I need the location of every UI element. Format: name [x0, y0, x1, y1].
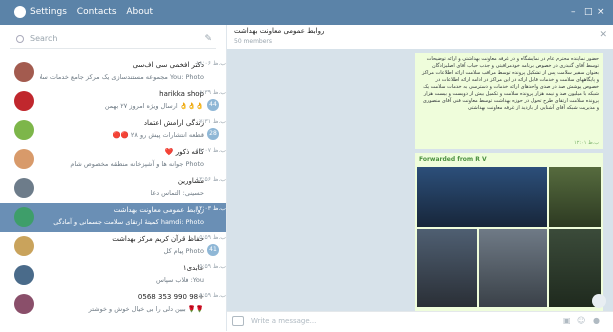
avatar	[14, 265, 34, 285]
photo-3[interactable]	[417, 229, 477, 307]
chat-time: ۰۵:۵۹ ب.ظ	[196, 263, 226, 270]
chat-preview: You: Photo مجموعه مستندسازی یک مرکز جامع…	[40, 73, 204, 81]
chat-title: +98 990 353 0568	[137, 293, 204, 301]
chat-item[interactable]: عابدی۱ You: فلاب سپاس ۰۵:۵۹ ب.ظ	[0, 261, 226, 290]
chat-title[interactable]: روابط عمومی معاونت بهداشت	[234, 27, 324, 35]
chat-item[interactable]: حفاظ قرآن کریم مرکز بهداشت Photo پیام کل ۰…	[0, 232, 226, 261]
chat-title: روابط عمومی معاونت بهداشت	[113, 206, 204, 214]
menu-settings[interactable]: Settings	[30, 7, 67, 17]
compose-pencil-icon[interactable]: ✎	[204, 34, 212, 44]
chat-preview: 👌👌👌 ارسال ویژه امروز ۲۷ بهمن	[104, 102, 204, 110]
chat-item[interactable]: +98 990 353 0568 🌹🌹 ببین دلی را بی خیال خ…	[0, 290, 226, 319]
chat-preview: قطعه انتشارات پیش رو ۲۸ 🔴🔴	[112, 131, 204, 139]
photo-2[interactable]	[549, 167, 601, 227]
chat-preview: حسینی: التماس دعا	[150, 189, 204, 197]
chat-time: ۰۸:۳۹ ب.ظ	[196, 89, 226, 96]
search-icon	[16, 35, 24, 43]
microphone-icon[interactable]: ●	[593, 316, 600, 325]
chat-list-panel: Search ✎ دکتر افخمی سی اف‌سی You: Photo م…	[0, 25, 227, 331]
title-bar: Settings Contacts About – □ ×	[0, 0, 613, 25]
close-window-icon[interactable]: ×	[597, 6, 605, 18]
unread-badge: 44	[207, 99, 219, 111]
menu-contacts[interactable]: Contacts	[77, 7, 117, 17]
unread-badge: 41	[207, 244, 219, 256]
main-menu: Settings Contacts About	[30, 6, 160, 18]
chat-preview: Photo جوانه ها و آشپزخانه منطقه مخصوص شا…	[70, 160, 204, 168]
avatar	[14, 236, 34, 256]
message-compose-bar: Write a message... ▣ ☺ ●	[227, 311, 613, 332]
search-placeholder: Search	[30, 34, 58, 43]
chat-time: ۰۵:۵۹ ب.ظ	[196, 292, 226, 299]
chat-preview: Photo پیام کل	[163, 247, 204, 255]
chat-title: عابدی۱	[182, 264, 204, 272]
chat-time: ۱۸:۰۷ ب.ظ	[196, 147, 226, 154]
chat-item[interactable]: کافه ذکور ❤️ Photo جوانه ها و آشپزخانه من…	[0, 145, 226, 174]
avatar	[14, 207, 34, 227]
chat-header: روابط عمومی معاونت بهداشت 50 members ✕	[227, 25, 613, 50]
chat-preview: 🌹🌹 ببین دلی را بی خیال خوش و خوشتر	[88, 305, 204, 313]
message-time: ۱۲:۰۱ ب.ظ	[574, 140, 599, 146]
chat-title: حفاظ قرآن کریم مرکز بهداشت	[112, 235, 204, 243]
chat-title: کافه ذکور ❤️	[164, 148, 204, 156]
avatar	[14, 294, 34, 314]
chat-item[interactable]: زندگی ارامش اعتماد قطعه انتشارات پیش رو ۲…	[0, 116, 226, 145]
search-input[interactable]: Search ✎	[10, 32, 216, 49]
message-input[interactable]: Write a message...	[251, 317, 316, 325]
forwarded-label[interactable]: Forwarded from R V	[419, 156, 487, 163]
chat-time: ۱۲:۰۳ ب.ظ	[196, 205, 226, 212]
photo-album[interactable]	[417, 167, 601, 307]
maximize-icon[interactable]: □	[584, 6, 593, 18]
chat-title: دکتر افخمی سی اف‌سی	[132, 61, 204, 69]
chat-time: ۰۷:۳۱ ب.ظ	[196, 118, 226, 125]
chat-time: ۱۳:۵۶ ب.ظ	[196, 176, 226, 183]
avatar	[14, 178, 34, 198]
messages-area: حضور نماینده محترم عام در نمایشگاه و در …	[227, 49, 613, 311]
avatar	[14, 62, 34, 82]
photo-1[interactable]	[417, 167, 547, 227]
chat-title: harikka shop	[159, 90, 204, 98]
forwarded-photo-message: Forwarded from R V	[415, 153, 603, 311]
telegram-logo-icon	[14, 6, 26, 18]
chat-preview: You: فلاب سپاس	[156, 276, 204, 284]
chat-item[interactable]: دکتر افخمی سی اف‌سی You: Photo مجموعه مست…	[0, 58, 226, 87]
chat-item[interactable]: مشاورین حسینی: التماس دعا ۱۳:۵۶ ب.ظ	[0, 174, 226, 203]
chat-item[interactable]: روابط عمومی معاونت بهداشت hamdi: Photo کم…	[0, 203, 226, 232]
chat-list: دکتر افخمی سی اف‌سی You: Photo مجموعه مست…	[0, 58, 226, 319]
chat-title: مشاورین	[177, 177, 204, 185]
members-count: 50 members	[234, 38, 273, 45]
chat-item[interactable]: harikka shop 👌👌👌 ارسال ویژه امروز ۲۷ بهمن…	[0, 87, 226, 116]
avatar	[14, 91, 34, 111]
avatar	[14, 120, 34, 140]
close-chat-icon[interactable]: ✕	[599, 30, 607, 40]
message-bubble: حضور نماینده محترم عام در نمایشگاه و در …	[415, 53, 603, 149]
emoji-icon[interactable]: ☺	[577, 316, 585, 325]
photo-4[interactable]	[479, 229, 547, 307]
menu-about[interactable]: About	[126, 7, 153, 17]
chat-preview: hamdi: Photo کمیتهٔ ارتقای سلامت جسمانی …	[53, 218, 204, 226]
chat-title: زندگی ارامش اعتماد	[143, 119, 204, 127]
unread-badge: 28	[207, 128, 219, 140]
avatar	[14, 149, 34, 169]
attach-photo-icon[interactable]	[232, 316, 244, 326]
chat-time: ۱۸:۰۶ ب.ظ	[196, 60, 226, 67]
message-text: حضور نماینده محترم عام در نمایشگاه و در …	[421, 56, 599, 111]
minimize-icon[interactable]: –	[571, 6, 576, 18]
sticker-icon[interactable]: ▣	[563, 316, 571, 325]
scroll-down-button[interactable]	[592, 294, 606, 308]
chat-time: ۰۵:۵۹ ب.ظ	[196, 234, 226, 241]
